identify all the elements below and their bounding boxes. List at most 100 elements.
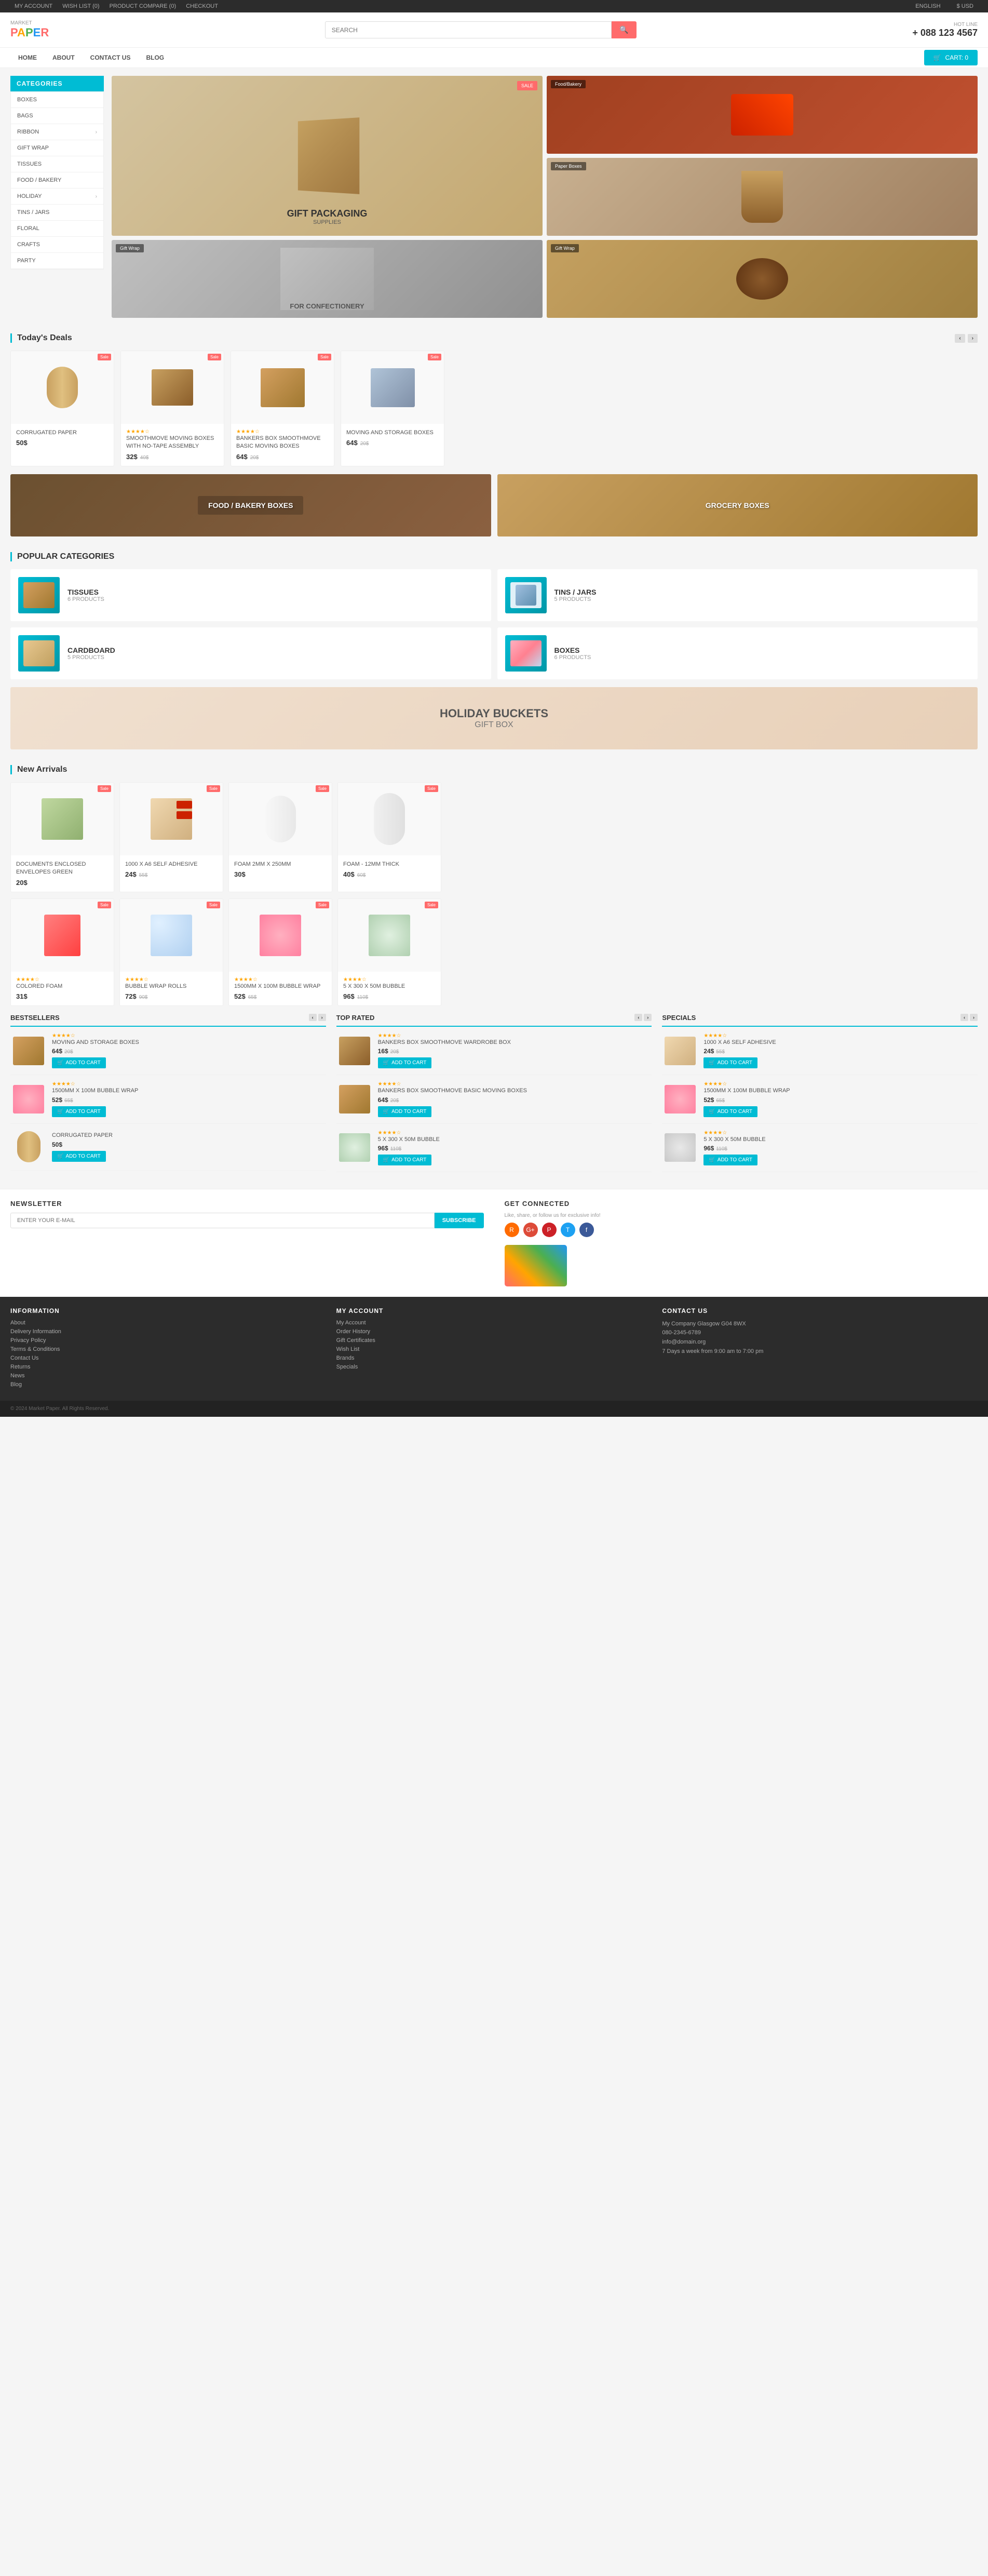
search-input[interactable]: [325, 21, 612, 38]
popular-categories: POPULAR CATEGORIES TISSUES 6 PRODUCTS TI…: [0, 544, 988, 687]
sidebar-item-bags[interactable]: BAGS: [11, 108, 103, 124]
sp-cart-btn-1[interactable]: 🛒 ADD TO CART: [703, 1057, 757, 1068]
nav-home[interactable]: HOME: [10, 48, 45, 68]
new-product-2-name: 1000 X A6 SELF ADHESIVE: [125, 861, 218, 868]
new-badge-8: Sale: [425, 902, 438, 908]
language-select[interactable]: ENGLISH: [915, 3, 940, 9]
top-rated-prev[interactable]: ‹: [634, 1014, 642, 1021]
tr-cart-btn-2[interactable]: 🛒 ADD TO CART: [378, 1106, 432, 1117]
footer-wishlist[interactable]: Wish List: [336, 1346, 652, 1352]
wish-list-link[interactable]: WISH LIST (0): [62, 3, 99, 9]
bs-cart-btn-2[interactable]: 🛒 ADD TO CART: [52, 1106, 106, 1117]
bs-cart-btn-1[interactable]: 🛒 ADD TO CART: [52, 1057, 106, 1068]
bottom-sections: BESTSELLERS ‹ › ★★★★☆ MOVING AND STORAGE…: [0, 1014, 988, 1189]
new-product-4[interactable]: Sale FOAM - 12MM THICK 40$60$: [337, 782, 441, 892]
sidebar-item-crafts[interactable]: CRAFTS: [11, 237, 103, 253]
sidebar-item-tissues[interactable]: TISSUES: [11, 156, 103, 172]
deal-product-2[interactable]: Sale ★★★★☆ SMOOTHMOVE MOVING BOXES WITH …: [120, 351, 224, 466]
footer-news[interactable]: News: [10, 1373, 326, 1379]
sidebar-item-party[interactable]: PARTY: [11, 253, 103, 269]
facebook-icon[interactable]: f: [579, 1223, 594, 1237]
footer-terms[interactable]: Terms & Conditions: [10, 1346, 326, 1352]
newsletter-email-input[interactable]: [10, 1213, 435, 1228]
sidebar-item-ribbon[interactable]: RIBBON›: [11, 124, 103, 140]
rss-icon[interactable]: R: [505, 1223, 519, 1237]
new-product-2[interactable]: Sale 1000 X A6 SELF ADHESIVE 24$55$: [119, 782, 223, 892]
deal-product-1[interactable]: Sale CORRUGATED PAPER 50$: [10, 351, 114, 466]
footer-about[interactable]: About: [10, 1320, 326, 1326]
my-account-link[interactable]: MY ACCOUNT: [15, 3, 52, 9]
nav-about[interactable]: ABOUT: [45, 48, 83, 68]
footer-blog[interactable]: Blog: [10, 1381, 326, 1388]
new-product-1[interactable]: Sale DOCUMENTS ENCLOSED ENVELOPES GREEN …: [10, 782, 114, 892]
sp-cart-btn-3[interactable]: 🛒 ADD TO CART: [703, 1155, 757, 1165]
deal-product-4-price: 64$: [346, 439, 358, 447]
pop-cat-cardboard[interactable]: CARDBOARD 5 PRODUCTS: [10, 627, 491, 679]
cart-button[interactable]: 🛒 CART: 0: [924, 50, 978, 65]
hero-sub-3[interactable]: Gift Wrap FOR CONFECTIONERY: [112, 240, 543, 318]
top-rated-next[interactable]: ›: [644, 1014, 652, 1021]
footer-privacy[interactable]: Privacy Policy: [10, 1337, 326, 1344]
footer-specials-link[interactable]: Specials: [336, 1364, 652, 1370]
pop-cat-tins[interactable]: TINS / JARS 5 PRODUCTS: [497, 569, 978, 621]
footer-contact[interactable]: Contact Us: [10, 1355, 326, 1361]
bestsellers-prev[interactable]: ‹: [309, 1014, 317, 1021]
footer-account-link[interactable]: My Account: [336, 1320, 652, 1326]
footer-gift-cert[interactable]: Gift Certificates: [336, 1337, 652, 1344]
deal-product-4[interactable]: Sale MOVING AND STORAGE BOXES 64$20$: [341, 351, 444, 466]
hero-sub-2[interactable]: Paper Boxes: [547, 158, 978, 236]
sidebar-item-food[interactable]: FOOD / BAKERY: [11, 172, 103, 189]
holiday-banner[interactable]: HOLIDAY BUCKETS GIFT BOX: [10, 687, 978, 749]
sp-info-2: ★★★★☆ 1500MM X 100M BUBBLE WRAP 52$65$ 🛒…: [703, 1081, 978, 1117]
new-product-5[interactable]: Sale ★★★★☆ COLORED FOAM 31$: [10, 898, 114, 1006]
newsletter-subscribe-button[interactable]: SUBSCRIBE: [435, 1213, 484, 1228]
bs-old-price-1: 20$: [64, 1049, 73, 1055]
logo[interactable]: MARKET PAPER: [10, 20, 49, 39]
footer-order-history[interactable]: Order History: [336, 1329, 652, 1335]
deal-product-2-price: 32$: [126, 453, 138, 461]
sp-stars-3: ★★★★☆: [703, 1130, 978, 1136]
specials-prev[interactable]: ‹: [960, 1014, 968, 1021]
google-plus-icon[interactable]: G+: [523, 1223, 538, 1237]
twitter-icon[interactable]: T: [561, 1223, 575, 1237]
checkout-link[interactable]: CHECKOUT: [186, 3, 218, 9]
new-product-8[interactable]: Sale ★★★★☆ 5 X 300 X 50M BUBBLE 96$110$: [337, 898, 441, 1006]
promo-banner-1[interactable]: FOOD / BAKERY BOXES: [10, 474, 491, 536]
new-product-3[interactable]: Sale FOAM 2MM X 250MM 30$: [228, 782, 332, 892]
nav-blog[interactable]: BLOG: [138, 48, 172, 68]
sidebar-item-holiday[interactable]: HOLIDAY›: [11, 189, 103, 205]
tr-cart-btn-3[interactable]: 🛒 ADD TO CART: [378, 1155, 432, 1165]
todays-deals-prev[interactable]: ‹: [955, 334, 965, 343]
footer-delivery[interactable]: Delivery Information: [10, 1329, 326, 1335]
sp-cart-btn-2[interactable]: 🛒 ADD TO CART: [703, 1106, 757, 1117]
pop-cat-tissues[interactable]: TISSUES 6 PRODUCTS: [10, 569, 491, 621]
bs-stars-1: ★★★★☆: [52, 1033, 326, 1039]
bs-info-3: CORRUGATED PAPER 50$ 🛒 ADD TO CART: [52, 1132, 326, 1161]
nav-contact[interactable]: CONTACT US: [83, 48, 139, 68]
bs-cart-btn-3[interactable]: 🛒 ADD TO CART: [52, 1151, 106, 1162]
hero-sub-1[interactable]: Food/Bakery: [547, 76, 978, 154]
new-product-7[interactable]: Sale ★★★★☆ 1500MM X 100M BUBBLE WRAP 52$…: [228, 898, 332, 1006]
currency-select[interactable]: $ USD: [957, 3, 973, 9]
sidebar-item-floral[interactable]: FLORAL: [11, 221, 103, 237]
pop-cat-boxes[interactable]: BOXES 6 PRODUCTS: [497, 627, 978, 679]
deal-product-3[interactable]: Sale ★★★★☆ BANKERS BOX SMOOTHMOVE BASIC …: [231, 351, 334, 466]
specials-next[interactable]: ›: [970, 1014, 978, 1021]
sidebar-item-giftwrap[interactable]: GIFT WRAP: [11, 140, 103, 156]
pinterest-icon[interactable]: P: [542, 1223, 557, 1237]
templatemonster-banner[interactable]: [505, 1245, 567, 1286]
bestsellers-next[interactable]: ›: [318, 1014, 326, 1021]
todays-deals-next[interactable]: ›: [968, 334, 978, 343]
hero-sub-4[interactable]: Gift Wrap: [547, 240, 978, 318]
sidebar-item-tins[interactable]: TINS / JARS: [11, 205, 103, 221]
header: MARKET PAPER 🔍 HOT LINE + 088 123 4567: [0, 12, 988, 48]
footer-returns[interactable]: Returns: [10, 1364, 326, 1370]
tr-cart-btn-1[interactable]: 🛒 ADD TO CART: [378, 1057, 432, 1068]
new-product-6[interactable]: Sale ★★★★☆ BUBBLE WRAP ROLLS 72$90$: [119, 898, 223, 1006]
footer-brands[interactable]: Brands: [336, 1355, 652, 1361]
promo-banner-2[interactable]: GROCERY BOXES: [497, 474, 978, 536]
product-compare-link[interactable]: PRODUCT COMPARE (0): [110, 3, 177, 9]
sidebar-item-boxes[interactable]: BOXES: [11, 92, 103, 108]
hero-main[interactable]: SALE GIFT PACKAGING SUPPLIES: [112, 76, 543, 236]
search-button[interactable]: 🔍: [612, 21, 636, 38]
